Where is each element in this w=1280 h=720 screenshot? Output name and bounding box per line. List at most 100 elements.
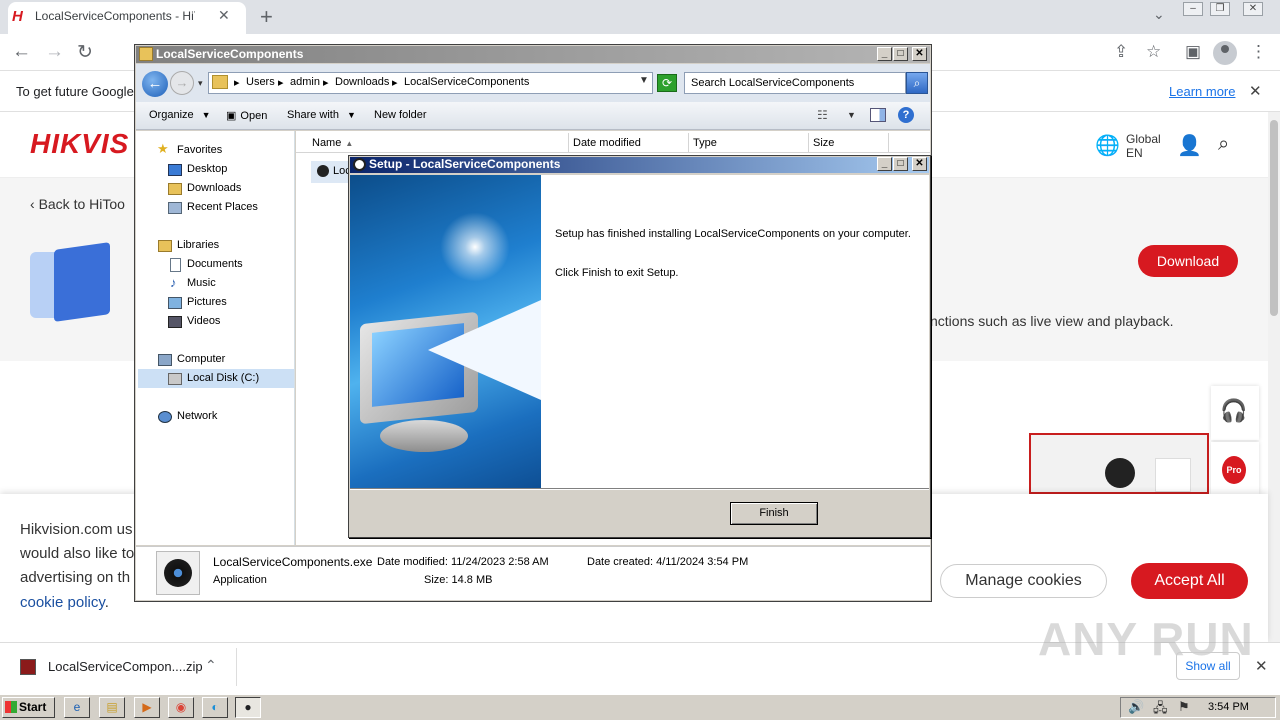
download-button[interactable]: Download: [1138, 245, 1238, 277]
breadcrumb-separator-icon[interactable]: ▸: [323, 76, 329, 89]
cookie-policy-link[interactable]: cookie policy: [20, 594, 105, 611]
column-size[interactable]: Size: [813, 137, 834, 149]
change-view-icon[interactable]: ☷: [817, 108, 828, 122]
back-to-hitools-link[interactable]: ‹ Back to HiToo: [30, 196, 125, 212]
network-tray-icon[interactable]: 🖧: [1153, 699, 1168, 720]
setup-taskbar-icon[interactable]: ●: [235, 697, 261, 718]
info-bar-close-icon[interactable]: ✕: [1249, 82, 1262, 100]
user-icon[interactable]: 👤: [1177, 133, 1202, 158]
organize-menu[interactable]: Organize ▼: [149, 109, 211, 121]
nav-local-disk[interactable]: Local Disk (C:): [187, 372, 259, 384]
cookie-text-line-3: advertising on th: [20, 569, 131, 586]
tab-close-icon[interactable]: ✕: [218, 7, 230, 24]
accept-all-button[interactable]: Accept All: [1131, 563, 1248, 599]
dropdown-arrow-icon: ▼: [346, 110, 356, 120]
share-icon[interactable]: ⇪: [1114, 42, 1128, 62]
nav-computer[interactable]: Computer: [177, 353, 225, 365]
restore-window-button[interactable]: ❐: [1210, 2, 1230, 16]
open-label: Open: [240, 110, 268, 122]
nav-documents[interactable]: Documents: [187, 258, 243, 270]
nav-videos[interactable]: Videos: [187, 315, 220, 327]
column-separator[interactable]: [808, 133, 809, 153]
explorer-title: LocalServiceComponents: [156, 47, 304, 61]
breadcrumb-localservicecomponents[interactable]: LocalServiceComponents: [404, 76, 529, 88]
tab-search-chevron-icon[interactable]: ⌄: [1153, 6, 1165, 23]
open-command[interactable]: ▣ Open: [226, 109, 267, 122]
setup-maximize-button[interactable]: □: [893, 157, 908, 171]
explorer-back-button[interactable]: ←: [142, 71, 168, 97]
nav-favorites[interactable]: Favorites: [177, 144, 222, 156]
search-icon[interactable]: ⌕: [1218, 133, 1229, 156]
hikvision-logo[interactable]: HIKVIS: [30, 128, 129, 160]
nav-libraries[interactable]: Libraries: [177, 239, 219, 251]
explorer-close-button[interactable]: ✕: [912, 47, 927, 61]
action-center-flag-icon[interactable]: ⚑: [1178, 699, 1190, 715]
learn-more-link[interactable]: Learn more: [1169, 84, 1235, 99]
side-panel-icon[interactable]: ▣: [1185, 42, 1201, 62]
nav-network[interactable]: Network: [177, 410, 217, 422]
breadcrumb-users[interactable]: Users: [246, 76, 275, 88]
history-dropdown-icon[interactable]: ▾: [198, 78, 203, 89]
chrome-taskbar-icon[interactable]: ◉: [168, 697, 194, 718]
favorites-star-icon: ★: [157, 141, 169, 156]
help-icon[interactable]: ?: [898, 107, 914, 123]
preview-pane-icon[interactable]: [870, 108, 886, 122]
more-menu-icon[interactable]: ⋮: [1250, 42, 1267, 62]
address-dropdown-icon[interactable]: ▼: [639, 75, 649, 86]
finish-button[interactable]: Finish: [730, 502, 818, 525]
nav-downloads[interactable]: Downloads: [187, 182, 241, 194]
breadcrumb-separator-icon[interactable]: ▸: [234, 76, 240, 89]
new-tab-button[interactable]: +: [260, 4, 273, 30]
share-with-menu[interactable]: Share with ▼: [287, 109, 356, 121]
manage-cookies-button[interactable]: Manage cookies: [940, 564, 1107, 598]
breadcrumb-separator-icon[interactable]: ▸: [392, 76, 398, 89]
explorer-taskbar-icon[interactable]: ▤: [99, 697, 125, 718]
column-name[interactable]: Name ▲: [312, 137, 353, 149]
region-global: Global: [1126, 132, 1161, 146]
back-arrow-icon[interactable]: ←: [12, 41, 31, 63]
tab-title: LocalServiceComponents - HiTools - H: [35, 9, 195, 23]
media-player-taskbar-icon[interactable]: ▶: [134, 697, 160, 718]
new-folder-command[interactable]: New folder: [374, 109, 427, 121]
volume-icon[interactable]: 🔊: [1128, 699, 1144, 715]
breadcrumb-separator-icon[interactable]: ▸: [278, 76, 284, 89]
nav-recent-places[interactable]: Recent Places: [187, 201, 258, 213]
breadcrumb-admin[interactable]: admin: [290, 76, 320, 88]
nav-music[interactable]: Music: [187, 277, 216, 289]
nav-desktop[interactable]: Desktop: [187, 163, 227, 175]
explorer-minimize-button[interactable]: _: [877, 47, 892, 61]
zip-file-icon: [20, 659, 36, 675]
download-item-name[interactable]: LocalServiceCompon....zip: [48, 659, 203, 674]
chevron-left-icon: ‹: [30, 196, 39, 212]
explorer-search-icon[interactable]: ⌕: [906, 72, 928, 94]
show-all-button[interactable]: Show all: [1176, 652, 1240, 680]
setup-minimize-button[interactable]: _: [877, 157, 892, 171]
edge-taskbar-icon[interactable]: ◐: [202, 697, 228, 718]
taskbar-clock[interactable]: 3:54 PM: [1208, 701, 1249, 713]
column-separator[interactable]: [568, 133, 569, 153]
page-scrollbar-thumb[interactable]: [1270, 120, 1278, 316]
column-separator[interactable]: [888, 133, 889, 153]
chevron-up-icon[interactable]: ⌃: [205, 657, 217, 674]
nav-pictures[interactable]: Pictures: [187, 296, 227, 308]
explorer-forward-button[interactable]: →: [170, 71, 194, 95]
setup-close-button[interactable]: ✕: [912, 157, 927, 171]
breadcrumb-downloads[interactable]: Downloads: [335, 76, 389, 88]
refresh-icon[interactable]: ⟳: [657, 74, 677, 92]
column-type[interactable]: Type: [693, 137, 717, 149]
column-date-modified[interactable]: Date modified: [573, 137, 641, 149]
minimize-window-button[interactable]: –: [1183, 2, 1203, 16]
explorer-maximize-button[interactable]: □: [893, 47, 908, 61]
reload-icon[interactable]: ↻: [77, 41, 93, 64]
download-bar-close-icon[interactable]: ✕: [1255, 657, 1268, 675]
close-window-button[interactable]: ✕: [1243, 2, 1263, 16]
globe-icon[interactable]: 🌐: [1095, 133, 1120, 158]
region-selector[interactable]: Global EN: [1126, 132, 1161, 160]
forward-arrow-icon[interactable]: →: [45, 41, 64, 63]
ie-taskbar-icon[interactable]: e: [64, 697, 90, 718]
profile-person-icon: [1221, 45, 1229, 53]
bookmark-star-icon[interactable]: ☆: [1146, 42, 1161, 62]
documents-icon: [170, 258, 181, 272]
column-separator[interactable]: [688, 133, 689, 153]
view-dropdown-icon[interactable]: ▼: [847, 110, 856, 120]
